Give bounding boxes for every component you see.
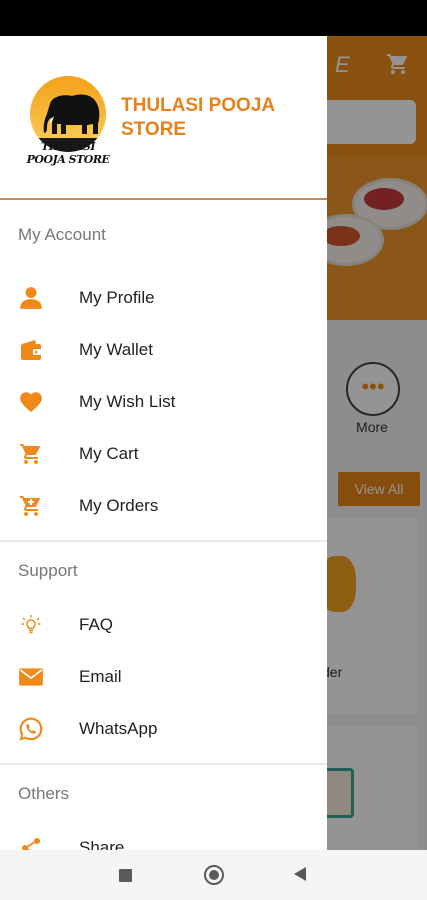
menu-item-label: My Orders <box>79 496 159 515</box>
menu-item-label: My Profile <box>79 288 155 307</box>
orders-cart-icon <box>18 493 44 519</box>
recent-apps-icon[interactable] <box>119 869 132 882</box>
whatsapp-icon <box>18 716 44 742</box>
heart-icon <box>18 389 44 415</box>
share-icon <box>18 835 44 850</box>
store-logo: THULASI POOJA STORE <box>22 76 110 166</box>
menu-item-email[interactable]: Email <box>0 651 327 703</box>
home-icon[interactable] <box>204 865 224 885</box>
menu-item-label: Email <box>79 667 122 686</box>
menu-item-my-profile[interactable]: My Profile <box>0 272 327 324</box>
menu-item-my-cart[interactable]: My Cart <box>0 428 327 480</box>
menu-item-label: My Wish List <box>79 392 176 411</box>
store-name: THULASI POOJA STORE <box>121 94 275 142</box>
store-name-line1: THULASI POOJA <box>121 95 276 116</box>
menu-item-share[interactable]: Share <box>0 822 327 850</box>
menu-item-label: FAQ <box>79 615 114 634</box>
menu-item-my-wallet[interactable]: My Wallet <box>0 324 327 376</box>
store-name-line2: STORE <box>121 119 187 140</box>
lightbulb-icon <box>18 612 44 638</box>
menu-item-faq[interactable]: FAQ <box>0 599 327 651</box>
menu-item-my-orders[interactable]: My Orders <box>0 480 327 532</box>
menu-item-label: My Cart <box>79 444 139 463</box>
wallet-icon <box>18 337 44 363</box>
mail-icon <box>18 664 44 690</box>
system-navigation-bar <box>0 850 427 900</box>
section-title-my-account: My Account <box>18 225 106 244</box>
person-icon <box>18 285 44 311</box>
menu-item-whatsapp[interactable]: WhatsApp <box>0 703 327 755</box>
menu-item-label: My Wallet <box>79 340 153 359</box>
menu-item-label: Share <box>79 838 125 850</box>
logo-text: THULASI POOJA STORE <box>26 140 110 166</box>
navigation-drawer: THULASI POOJA STORE THULASI POOJA STORE … <box>0 36 327 850</box>
elephant-icon <box>43 94 100 134</box>
status-bar <box>0 0 427 36</box>
menu-item-my-wish-list[interactable]: My Wish List <box>0 376 327 428</box>
back-icon[interactable] <box>294 867 306 881</box>
section-title-others: Others <box>18 784 70 803</box>
cart-icon <box>18 441 44 467</box>
drawer-header: THULASI POOJA STORE THULASI POOJA STORE <box>0 36 327 200</box>
menu-item-label: WhatsApp <box>79 719 158 738</box>
section-title-support: Support <box>18 561 78 580</box>
